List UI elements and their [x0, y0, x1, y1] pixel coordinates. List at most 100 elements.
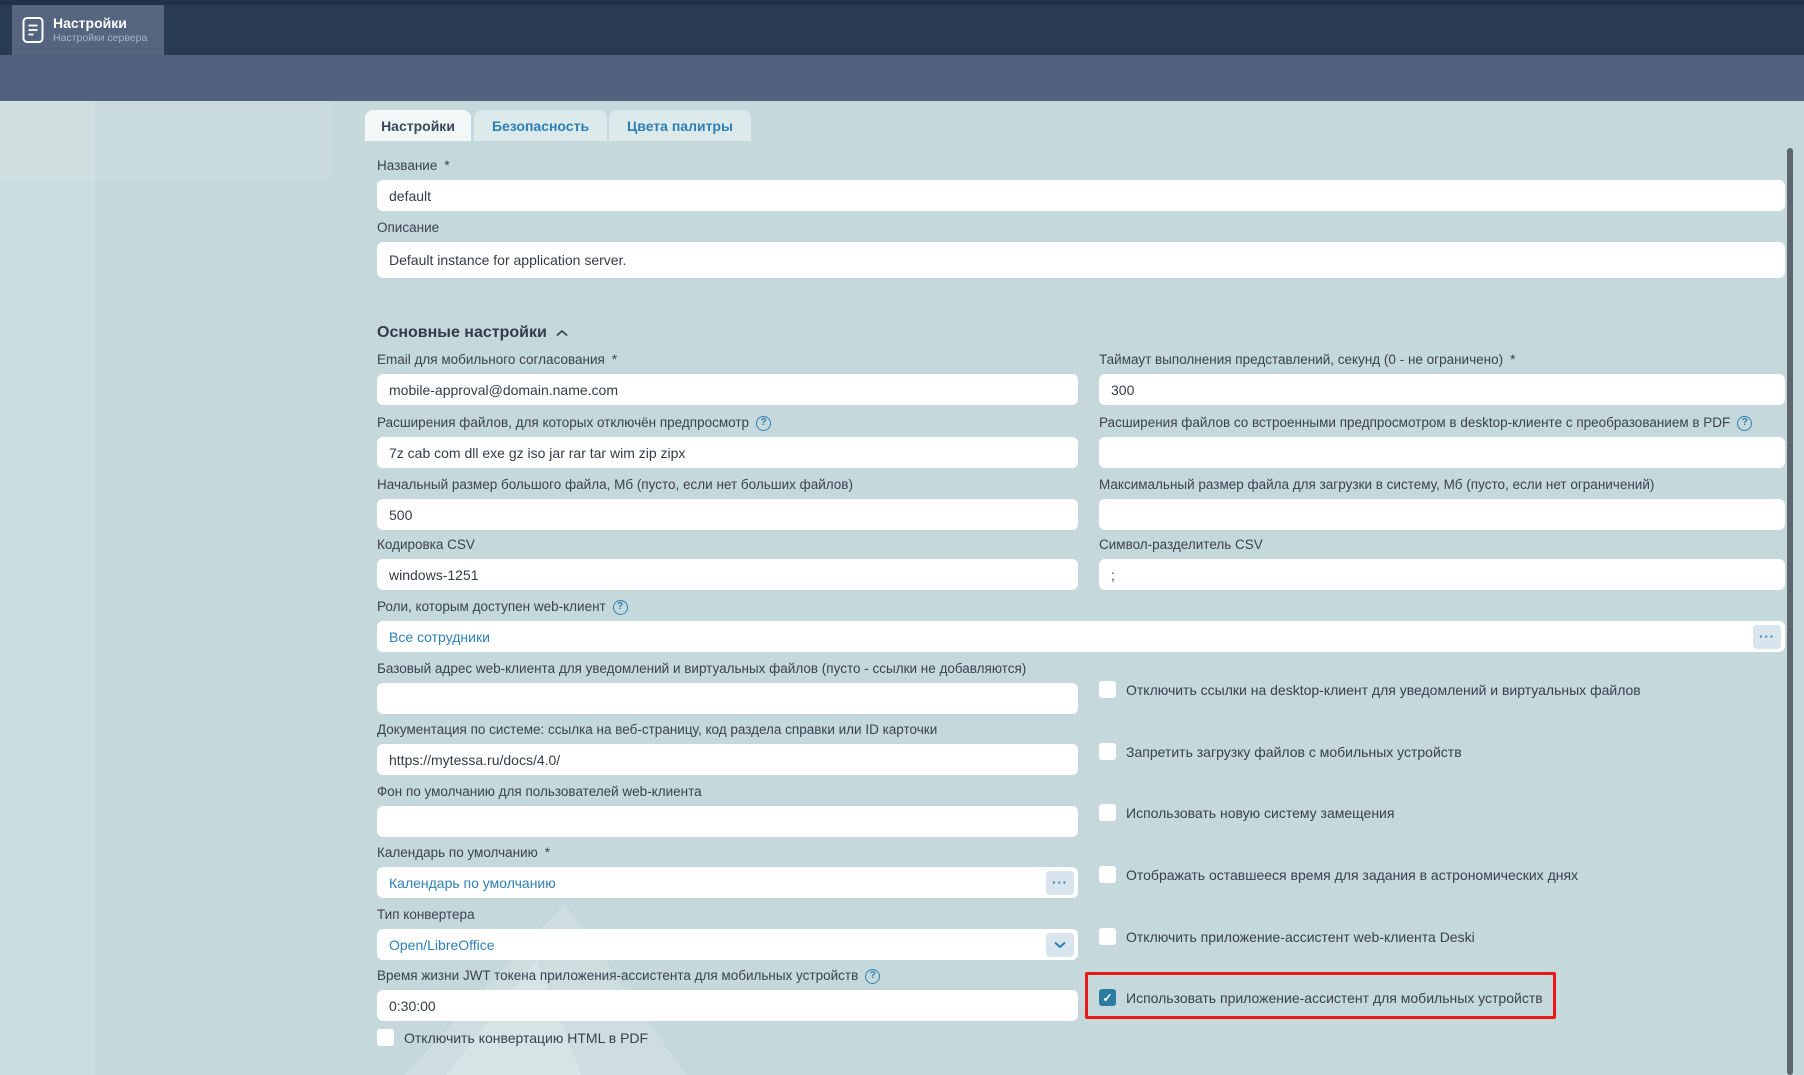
field-default-calendar: Календарь по умолчанию * Календарь по ум…: [377, 845, 1078, 898]
web-roles-field[interactable]: Все сотрудники ···: [377, 621, 1785, 652]
view-timeout-input[interactable]: [1099, 374, 1785, 405]
chevron-up-icon: [556, 329, 568, 337]
checkbox-disable-html-pdf[interactable]: Отключить конвертацию HTML в PDF: [377, 1029, 648, 1046]
checkbox-unchecked[interactable]: [1099, 681, 1116, 698]
checkbox-unchecked[interactable]: [1099, 804, 1116, 821]
field-no-preview-extensions: Расширения файлов, для которых отключён …: [377, 415, 1078, 468]
pdf-preview-extensions-label: Расширения файлов со встроенными предпро…: [1099, 415, 1730, 431]
tab-palette[interactable]: Цвета палитры: [609, 110, 751, 141]
required-asterisk: *: [444, 158, 449, 174]
field-docs: Документация по системе: ссылка на веб-с…: [377, 722, 1078, 775]
field-base-address: Базовый адрес web-клиента для уведомлени…: [377, 661, 1078, 714]
field-view-timeout: Таймаут выполнения представлений, секунд…: [1099, 352, 1785, 405]
converter-type-label: Тип конвертера: [377, 907, 475, 923]
top-bar-edge: [0, 0, 1804, 5]
description-input[interactable]: [377, 242, 1785, 278]
checkbox-label: Использовать приложение-ассистент для мо…: [1126, 990, 1543, 1006]
large-file-size-input[interactable]: [377, 499, 1078, 530]
checkbox-disable-deski[interactable]: Отключить приложение-ассистент web-клиен…: [1099, 928, 1475, 945]
tab-security[interactable]: Безопасность: [474, 110, 607, 141]
field-csv-separator: Символ-разделитель CSV: [1099, 537, 1785, 590]
web-roles-value[interactable]: Все сотрудники: [389, 629, 490, 645]
wallpaper-patch: [0, 101, 330, 181]
window-tab-title: Настройки: [53, 15, 147, 32]
required-asterisk: *: [1510, 352, 1515, 368]
checkbox-unchecked[interactable]: [1099, 866, 1116, 883]
wallpaper-strip: [0, 101, 95, 1075]
converter-type-dropdown[interactable]: Open/LibreOffice: [377, 929, 1078, 960]
default-calendar-label: Календарь по умолчанию: [377, 845, 538, 861]
field-email: Email для мобильного согласования *: [377, 352, 1078, 405]
toolbar-band: [0, 55, 1804, 101]
field-csv-encoding: Кодировка CSV: [377, 537, 1078, 590]
checkbox-label: Использовать новую систему замещения: [1126, 805, 1394, 821]
default-calendar-value[interactable]: Календарь по умолчанию: [389, 875, 556, 891]
help-icon[interactable]: ?: [756, 416, 771, 431]
csv-encoding-input[interactable]: [377, 559, 1078, 590]
checkbox-disable-desktop-links[interactable]: Отключить ссылки на desktop-клиент для у…: [1099, 681, 1641, 698]
docs-label: Документация по системе: ссылка на веб-с…: [377, 722, 937, 738]
help-icon[interactable]: ?: [865, 969, 880, 984]
field-web-roles: Роли, которым доступен web-клиент ? Все …: [377, 599, 1785, 652]
checkbox-astronomical-days[interactable]: Отображать оставшееся время для задания …: [1099, 866, 1578, 883]
email-label: Email для мобильного согласования: [377, 352, 605, 368]
max-file-size-input[interactable]: [1099, 499, 1785, 530]
section-main-settings[interactable]: Основные настройки: [377, 324, 568, 342]
no-preview-extensions-label: Расширения файлов, для которых отключён …: [377, 415, 749, 431]
ellipsis-button[interactable]: ···: [1753, 625, 1781, 649]
docs-input[interactable]: [377, 744, 1078, 775]
csv-encoding-label: Кодировка CSV: [377, 537, 475, 553]
help-icon[interactable]: ?: [613, 600, 628, 615]
checkbox-unchecked[interactable]: [1099, 743, 1116, 760]
field-pdf-preview-extensions: Расширения файлов со встроенными предпро…: [1099, 415, 1785, 468]
checkbox-checked[interactable]: ✓: [1099, 989, 1116, 1006]
checkbox-forbid-mobile-upload[interactable]: Запретить загрузку файлов с мобильных ус…: [1099, 743, 1462, 760]
help-icon[interactable]: ?: [1737, 416, 1752, 431]
checkbox-label: Отключить конвертацию HTML в PDF: [404, 1030, 648, 1046]
window-tab-settings[interactable]: Настройки Настройки сервера: [12, 5, 164, 55]
checkbox-label: Отображать оставшееся время для задания …: [1126, 867, 1578, 883]
jwt-lifetime-label: Время жизни JWT токена приложения-ассист…: [377, 968, 858, 984]
web-roles-label: Роли, которым доступен web-клиент: [377, 599, 606, 615]
document-icon: [22, 16, 44, 44]
vertical-scrollbar-thumb[interactable]: [1787, 148, 1793, 1075]
name-input[interactable]: [377, 180, 1785, 211]
large-file-size-label: Начальный размер большого файла, Мб (пус…: [377, 477, 853, 493]
no-preview-extensions-input[interactable]: [377, 437, 1078, 468]
field-large-file-size: Начальный размер большого файла, Мб (пус…: [377, 477, 1078, 530]
field-default-background: Фон по умолчанию для пользователей web-к…: [377, 784, 1078, 837]
window-tab-subtitle: Настройки сервера: [53, 32, 147, 45]
pdf-preview-extensions-input[interactable]: [1099, 437, 1785, 468]
default-background-label: Фон по умолчанию для пользователей web-к…: [377, 784, 702, 800]
default-calendar-field[interactable]: Календарь по умолчанию ···: [377, 867, 1078, 898]
base-address-input[interactable]: [377, 683, 1078, 714]
description-label: Описание: [377, 220, 439, 236]
converter-type-value[interactable]: Open/LibreOffice: [389, 937, 495, 953]
field-name: Название *: [377, 158, 1785, 211]
checkbox-label: Отключить ссылки на desktop-клиент для у…: [1126, 682, 1641, 698]
email-input[interactable]: [377, 374, 1078, 405]
name-label: Название: [377, 158, 437, 174]
jwt-lifetime-input[interactable]: [377, 990, 1078, 1021]
settings-window: Настройки Настройки сервера Настройки Бе…: [0, 0, 1804, 1075]
checkbox-unchecked[interactable]: [377, 1029, 394, 1046]
tab-settings[interactable]: Настройки: [365, 110, 471, 141]
view-timeout-label: Таймаут выполнения представлений, секунд…: [1099, 352, 1503, 368]
csv-separator-input[interactable]: [1099, 559, 1785, 590]
field-description: Описание: [377, 220, 1785, 278]
base-address-label: Базовый адрес web-клиента для уведомлени…: [377, 661, 1026, 677]
top-bar: Настройки Настройки сервера: [0, 0, 1804, 55]
checkbox-unchecked[interactable]: [1099, 928, 1116, 945]
default-background-input[interactable]: [377, 806, 1078, 837]
checkbox-label: Отключить приложение-ассистент web-клиен…: [1126, 929, 1475, 945]
checkbox-use-mobile-assistant[interactable]: ✓ Использовать приложение-ассистент для …: [1099, 989, 1543, 1006]
checkbox-new-substitution[interactable]: Использовать новую систему замещения: [1099, 804, 1394, 821]
ellipsis-button[interactable]: ···: [1046, 871, 1074, 895]
csv-separator-label: Символ-разделитель CSV: [1099, 537, 1263, 553]
required-asterisk: *: [612, 352, 617, 368]
required-asterisk: *: [545, 845, 550, 861]
field-jwt-lifetime: Время жизни JWT токена приложения-ассист…: [377, 968, 1078, 1021]
chevron-down-icon[interactable]: [1046, 933, 1074, 957]
checkbox-label: Запретить загрузку файлов с мобильных ус…: [1126, 744, 1462, 760]
max-file-size-label: Максимальный размер файла для загрузки в…: [1099, 477, 1654, 493]
